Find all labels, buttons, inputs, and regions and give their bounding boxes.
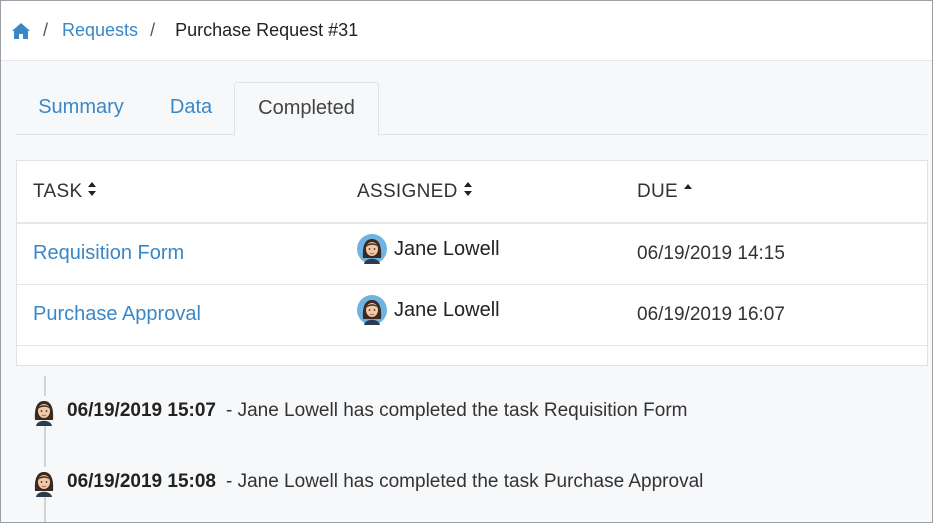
column-header-task[interactable]: TASK <box>33 181 97 203</box>
column-header-label: DUE <box>637 181 679 202</box>
avatar <box>357 295 387 325</box>
task-link[interactable]: Requisition Form <box>33 242 184 265</box>
assigned-user-name: Jane Lowell <box>394 237 500 260</box>
breadcrumb: / Requests / Purchase Request #31 <box>1 1 932 61</box>
timeline-event: 06/19/2019 15:07 - Jane Lowell has compl… <box>29 396 687 426</box>
avatar <box>29 396 59 426</box>
breadcrumb-separator: / <box>150 20 156 40</box>
breadcrumb-separator: / <box>43 20 49 40</box>
table-row: Purchase Approval Jane Lowell 06/19/2019… <box>17 285 927 346</box>
breadcrumb-requests-link[interactable]: Requests <box>62 20 138 41</box>
tab-summary[interactable]: Summary <box>15 82 147 135</box>
assigned-user[interactable]: Jane Lowell <box>357 234 500 264</box>
avatar <box>357 234 387 264</box>
due-date: 06/19/2019 16:07 <box>637 304 785 325</box>
due-date: 06/19/2019 14:15 <box>637 243 785 264</box>
timeline-event: 06/19/2019 15:08 - Jane Lowell has compl… <box>29 467 703 497</box>
breadcrumb-current: Purchase Request #31 <box>175 20 359 40</box>
task-link[interactable]: Purchase Approval <box>33 303 201 326</box>
column-header-assigned[interactable]: ASSIGNED <box>357 181 473 203</box>
assigned-user[interactable]: Jane Lowell <box>357 295 500 325</box>
event-timestamp: 06/19/2019 15:07 <box>67 400 216 421</box>
event-timestamp: 06/19/2019 15:08 <box>67 471 216 492</box>
column-header-label: TASK <box>33 181 83 202</box>
app-frame: / Requests / Purchase Request #31 Summar… <box>0 0 933 523</box>
event-message: - Jane Lowell has completed the task Req… <box>225 400 688 421</box>
sort-icon[interactable] <box>87 181 97 203</box>
tasks-table: TASK ASSIGNED DUE Requisition Form Jane … <box>16 160 928 366</box>
sort-icon[interactable] <box>463 181 473 203</box>
sort-ascending-icon[interactable] <box>683 181 693 203</box>
tab-data[interactable]: Data <box>155 82 227 135</box>
tab-completed[interactable]: Completed <box>234 82 379 136</box>
assigned-user-name: Jane Lowell <box>394 298 500 321</box>
column-header-due[interactable]: DUE <box>637 181 693 203</box>
home-icon[interactable] <box>11 22 31 40</box>
event-message: - Jane Lowell has completed the task Pur… <box>225 471 704 492</box>
table-header: TASK ASSIGNED DUE <box>17 161 927 224</box>
avatar <box>29 467 59 497</box>
table-row: Requisition Form Jane Lowell 06/19/2019 … <box>17 224 927 285</box>
tab-bar: Summary Data Completed <box>15 82 927 136</box>
column-header-label: ASSIGNED <box>357 181 458 202</box>
